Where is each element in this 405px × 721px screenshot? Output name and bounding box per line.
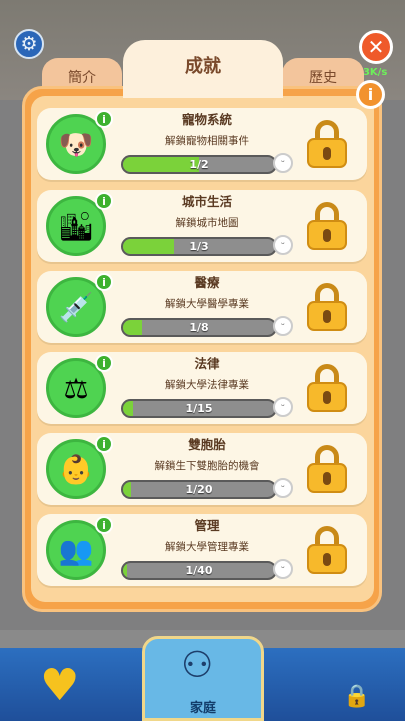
info-icon[interactable]: i xyxy=(95,435,113,453)
progress-bar: 1/15 xyxy=(121,399,277,418)
home-button[interactable]: ⚇ 家庭 xyxy=(142,636,264,721)
info-icon[interactable]: i xyxy=(95,110,113,128)
achievement-desc: 解鎖大學醫學專業 xyxy=(165,298,249,310)
achievement-card: 👶 i 雙胞胎 解鎖生下雙胞胎的機會 1/20 ᵕ xyxy=(37,433,367,505)
heart-icon[interactable]: ♥ xyxy=(40,660,79,711)
baby-face-icon: ᵕ xyxy=(273,559,293,579)
info-icon[interactable]: i xyxy=(356,80,385,109)
achievement-card: ⚖ i 法律 解鎖大學法律專業 1/15 ᵕ xyxy=(37,352,367,424)
progress-text: 1/3 xyxy=(189,240,209,253)
achievement-title: 法律 xyxy=(194,356,220,371)
info-icon[interactable]: i xyxy=(95,516,113,534)
lock-icon xyxy=(307,445,347,493)
progress-text: 1/20 xyxy=(185,483,213,496)
baby-face-icon: ᵕ xyxy=(273,316,293,336)
tab-achievements[interactable]: 成就 xyxy=(123,40,283,98)
close-icon[interactable]: ✕ xyxy=(359,30,393,64)
progress-bar: 1/8 xyxy=(121,318,277,337)
baby-face-icon: ᵕ xyxy=(273,397,293,417)
info-icon[interactable]: i xyxy=(95,192,113,210)
info-icon[interactable]: i xyxy=(95,273,113,291)
achievement-card: 💉 i 醫療 解鎖大學醫學專業 1/8 ᵕ xyxy=(37,271,367,343)
achievement-title: 城市生活 xyxy=(181,194,232,209)
progress-bar: 1/20 xyxy=(121,480,277,499)
progress-text: 1/40 xyxy=(185,564,213,577)
progress-bar: 1/40 xyxy=(121,561,277,580)
achievement-card: 👥 i 管理 解鎖大學管理專業 1/40 ᵕ xyxy=(37,514,367,586)
lock-icon xyxy=(307,364,347,412)
progress-bar: 1/2 xyxy=(121,155,277,174)
achievement-title: 管理 xyxy=(194,518,220,533)
achievement-desc: 解鎖生下雙胞胎的機會 xyxy=(154,460,260,472)
progress-text: 1/2 xyxy=(189,158,209,171)
achievement-desc: 解鎖大學法律專業 xyxy=(165,379,249,391)
progress-text: 1/15 xyxy=(185,402,213,415)
achievement-title: 寵物系統 xyxy=(181,112,232,127)
achievement-desc: 解鎖寵物相關事件 xyxy=(165,135,249,147)
family-tree-icon: ⚇ xyxy=(181,645,214,686)
progress-text: 1/8 xyxy=(189,321,209,334)
achievement-card: 🏙 i 城市生活 解鎖城市地圖 1/3 ᵕ xyxy=(37,190,367,262)
baby-face-icon: ᵕ xyxy=(273,153,293,173)
achievement-title: 醫療 xyxy=(194,275,220,290)
lock-icon: 🔒 xyxy=(343,684,371,709)
lock-icon xyxy=(307,120,347,168)
lock-icon xyxy=(307,283,347,331)
achievement-card: 🐶 i 寵物系統 解鎖寵物相關事件 1/2 ᵕ xyxy=(37,108,367,180)
lock-icon xyxy=(307,202,347,250)
info-icon[interactable]: i xyxy=(95,354,113,372)
home-label: 家庭 xyxy=(189,701,216,716)
lock-icon xyxy=(307,526,347,574)
baby-face-icon: ᵕ xyxy=(273,235,293,255)
baby-face-icon: ᵕ xyxy=(273,478,293,498)
achievement-title: 雙胞胎 xyxy=(188,437,226,452)
progress-bar: 1/3 xyxy=(121,237,277,256)
achievement-desc: 解鎖城市地圖 xyxy=(175,217,239,229)
gear-icon[interactable]: ⚙ xyxy=(14,29,44,59)
achievement-desc: 解鎖大學管理專業 xyxy=(165,541,249,553)
